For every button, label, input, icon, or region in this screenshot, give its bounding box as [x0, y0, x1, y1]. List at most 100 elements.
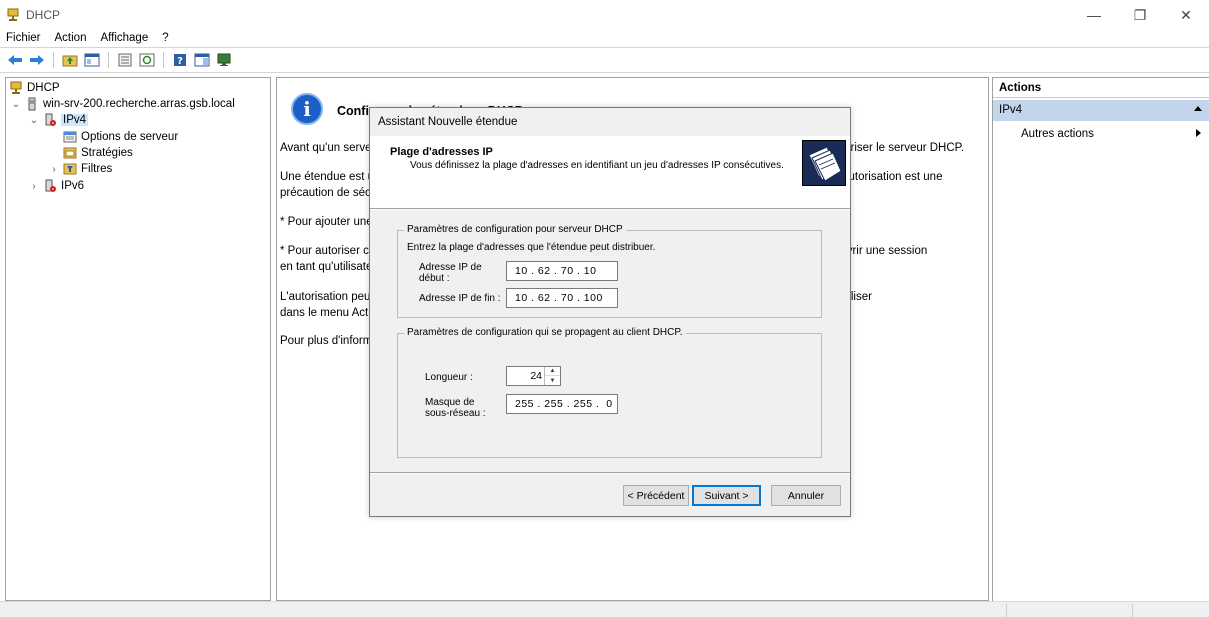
- menu-affichage[interactable]: Affichage: [93, 32, 155, 44]
- title-bar: DHCP — ❐ ✕: [0, 0, 1209, 30]
- mask-label-line2: sous-réseau :: [425, 408, 486, 419]
- start-ip-input[interactable]: 10 . 62 . 70 . 10: [506, 261, 618, 281]
- chevron-down-icon[interactable]: ⌄: [29, 115, 39, 126]
- window-controls: — ❐ ✕: [1071, 0, 1209, 30]
- menu-action[interactable]: Action: [48, 32, 94, 44]
- up-folder-button[interactable]: [61, 51, 79, 69]
- menu-separator: [0, 47, 1209, 48]
- toolbar-separator: [53, 52, 54, 68]
- tree-node-policies[interactable]: Stratégies: [63, 145, 133, 161]
- action-pane-button[interactable]: [193, 51, 211, 69]
- stepper-up-icon[interactable]: ▲: [545, 367, 560, 376]
- group-legend: Paramètres de configuration qui se propa…: [404, 327, 686, 338]
- tree-node-server-options[interactable]: Options de serveur: [63, 129, 178, 145]
- subnet-mask-input[interactable]: 255 . 255 . 255 . 0: [506, 394, 618, 414]
- end-ip-input[interactable]: 10 . 62 . 70 . 100: [506, 288, 618, 308]
- dialog-header-subtitle: Vous définissez la plage d'adresses en i…: [410, 160, 784, 171]
- submenu-arrow-icon: [1196, 129, 1201, 137]
- actions-pane: Actions IPv4 Autres actions: [992, 77, 1209, 601]
- toolbar-separator-line: [0, 72, 1209, 73]
- length-stepper[interactable]: 24 ▲ ▼: [506, 366, 561, 386]
- console-tree-button[interactable]: [83, 51, 101, 69]
- group-legend: Paramètres de configuration pour serveur…: [404, 224, 626, 235]
- status-bar: [0, 601, 1209, 617]
- tree-label: Filtres: [81, 163, 113, 175]
- help-icon: ?: [174, 54, 186, 67]
- tree-node-ipv6[interactable]: › IPv6: [29, 178, 84, 194]
- back-button[interactable]: [6, 51, 24, 69]
- end-ip-label: Adresse IP de fin :: [419, 293, 501, 304]
- menu-fichier[interactable]: Fichier: [0, 32, 48, 44]
- tree-node-filters[interactable]: › Filtres: [49, 161, 112, 177]
- policies-icon: [63, 147, 77, 159]
- range-intro-text: Entrez la plage d'adresses que l'étendue…: [407, 242, 656, 253]
- stepper-down-icon[interactable]: ▼: [545, 376, 560, 385]
- svg-text:?: ?: [177, 56, 183, 67]
- tree-label: Stratégies: [81, 147, 133, 159]
- menu-help[interactable]: ?: [155, 32, 175, 44]
- actions-section-label: IPv4: [999, 104, 1023, 116]
- close-button[interactable]: ✕: [1163, 0, 1209, 30]
- dialog-header-title: Plage d'adresses IP: [390, 146, 493, 158]
- toolbar-separator: [163, 52, 164, 68]
- footer-divider: [370, 472, 850, 474]
- info-icon: i: [291, 93, 323, 125]
- refresh-button[interactable]: [138, 51, 156, 69]
- chevron-right-icon[interactable]: ›: [29, 181, 39, 192]
- options-icon: [63, 131, 77, 143]
- maximize-button[interactable]: ❐: [1117, 0, 1163, 30]
- tree-label: IPv4: [61, 114, 89, 126]
- forward-button[interactable]: [28, 51, 46, 69]
- help-button[interactable]: ?: [171, 51, 189, 69]
- properties-icon: [118, 53, 132, 67]
- wizard-folders-icon: [802, 140, 846, 186]
- length-value: 24: [530, 370, 542, 382]
- previous-button[interactable]: < Précédent: [623, 485, 689, 506]
- back-arrow-icon: [8, 55, 22, 65]
- window-title: DHCP: [26, 8, 61, 22]
- refresh-icon: [139, 53, 155, 67]
- tree-label: DHCP: [27, 82, 60, 94]
- status-divider: [1006, 604, 1007, 617]
- monitor-icon: [217, 53, 231, 66]
- filters-icon: [63, 163, 77, 175]
- menu-bar: Fichier Action Affichage ?: [0, 29, 176, 47]
- toolbar: ?: [6, 50, 233, 70]
- dhcp-icon: [10, 81, 22, 94]
- length-label: Longueur :: [425, 372, 473, 383]
- collapse-caret-icon[interactable]: [1194, 106, 1202, 111]
- forward-arrow-icon: [30, 55, 44, 65]
- dhcp-app-icon: [7, 8, 19, 21]
- toolbar-separator: [108, 52, 109, 68]
- ipv6-icon: [45, 179, 56, 192]
- status-divider: [1132, 604, 1133, 617]
- minimize-button[interactable]: —: [1071, 0, 1117, 30]
- chevron-down-icon[interactable]: ⌄: [11, 99, 21, 110]
- new-scope-wizard-dialog: Assistant Nouvelle étendue Plage d'adres…: [369, 107, 851, 517]
- actions-section-ipv4[interactable]: IPv4: [993, 100, 1209, 121]
- mask-label-line1: Masque de: [425, 397, 475, 408]
- monitor-button[interactable]: [215, 51, 233, 69]
- console-tree: DHCP ⌄ win-srv-200.recherche.arras.gsb.l…: [5, 77, 271, 601]
- ipv4-icon: [45, 113, 56, 126]
- server-icon: [28, 97, 36, 111]
- next-button[interactable]: Suivant >: [692, 485, 761, 506]
- folders-icon: [808, 146, 842, 182]
- properties-button[interactable]: [116, 51, 134, 69]
- cancel-button[interactable]: Annuler: [771, 485, 841, 506]
- more-actions-item[interactable]: Autres actions: [1021, 128, 1094, 140]
- tree-label: Options de serveur: [81, 131, 179, 143]
- folder-up-icon: [62, 55, 78, 67]
- start-ip-label-line2: début :: [419, 273, 450, 284]
- stepper-buttons: ▲ ▼: [544, 367, 560, 385]
- start-ip-label-line1: Adresse IP de: [419, 262, 482, 273]
- dialog-title: Assistant Nouvelle étendue: [378, 116, 518, 128]
- header-divider: [370, 208, 850, 210]
- tree-label: win-srv-200.recherche.arras.gsb.local: [43, 98, 235, 110]
- actions-header: Actions: [993, 78, 1209, 98]
- tree-node-ipv4[interactable]: ⌄ IPv4: [29, 112, 89, 128]
- tree-node-dhcp[interactable]: DHCP: [9, 80, 60, 96]
- console-tree-icon: [84, 53, 100, 67]
- tree-node-server[interactable]: ⌄ win-srv-200.recherche.arras.gsb.local: [11, 96, 235, 112]
- chevron-right-icon[interactable]: ›: [49, 164, 59, 175]
